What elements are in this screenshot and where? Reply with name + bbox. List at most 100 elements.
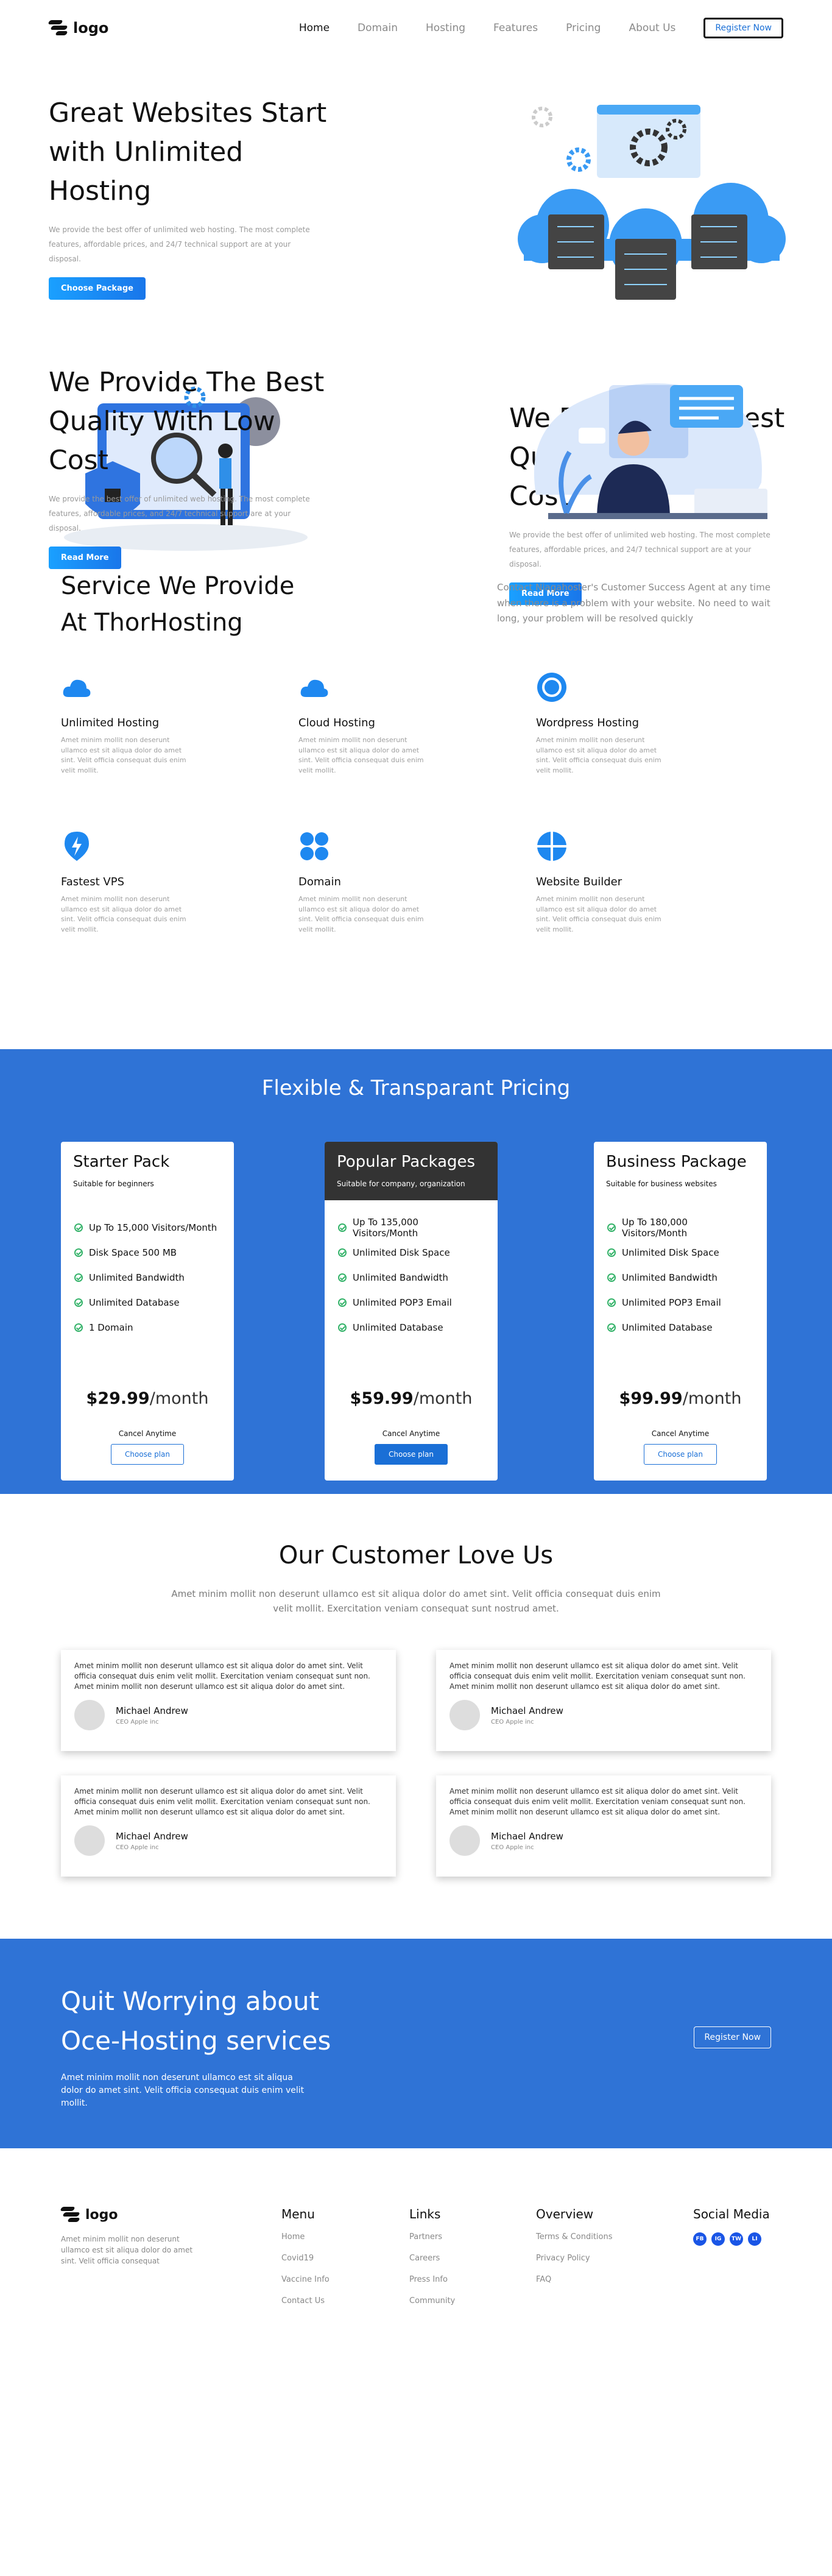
check-circle-icon <box>338 1223 347 1232</box>
choose-plan-button[interactable]: Choose plan <box>374 1444 448 1465</box>
linkedin-icon[interactable]: LI <box>748 2232 761 2246</box>
logo-text: logo <box>73 19 109 37</box>
choose-package-button[interactable]: Choose Package <box>49 277 146 300</box>
plan-feature: 1 Domain <box>74 1315 220 1340</box>
check-circle-icon <box>74 1248 83 1257</box>
nav-item-pricing[interactable]: Pricing <box>566 22 601 34</box>
twitter-icon[interactable]: TW <box>730 2232 743 2246</box>
plan-name: Starter Pack <box>73 1153 170 1171</box>
register-button[interactable]: Register Now <box>703 18 783 38</box>
wordpress-icon <box>537 673 566 702</box>
site-footer: logo Amet minim mollit non deserunt ulla… <box>0 2148 832 2331</box>
testimonial-card: Amet minim mollit non deserunt ullamco e… <box>436 1775 771 1877</box>
services-subtitle: Contact Niagahoster's Customer Success A… <box>497 582 770 624</box>
pricing-title: Flexible & Transparant Pricing <box>261 1076 571 1100</box>
cloud-icon <box>63 679 91 697</box>
footer-link[interactable]: Vaccine Info <box>281 2275 330 2296</box>
service-text: Amet minim mollit non deserunt ullamco e… <box>298 736 424 774</box>
footer-link[interactable]: Covid19 <box>281 2254 330 2275</box>
plan-feature: Unlimited Database <box>607 1315 753 1340</box>
plan-features: Up To 135,000 Visitors/Month Unlimited D… <box>325 1200 498 1340</box>
logo[interactable]: logo <box>48 19 109 37</box>
testimonials-title: Our Customer Love Us <box>278 1541 554 1569</box>
nav-item-hosting[interactable]: Hosting <box>426 22 465 34</box>
service-name: Domain <box>298 876 341 888</box>
service-card[interactable]: Wordpress Hosting Amet minim mollit non … <box>536 671 774 776</box>
check-circle-icon <box>607 1323 616 1332</box>
check-circle-icon <box>74 1323 83 1332</box>
plan-feature: Unlimited Bandwidth <box>607 1265 753 1290</box>
check-circle-icon <box>607 1248 616 1257</box>
hero-description: We provide the best offer of unlimited w… <box>49 225 310 264</box>
plan-subtitle: Suitable for business websites <box>606 1180 717 1188</box>
service-text: Amet minim mollit non deserunt ullamco e… <box>61 895 186 933</box>
services-title: Service We Provide At ThorHosting <box>61 572 295 637</box>
testimonial-text: Amet minim mollit non deserunt ullamco e… <box>74 1661 370 1691</box>
footer-logo-text: logo <box>85 2207 118 2223</box>
cloud-icon <box>300 679 328 697</box>
plan-feature: Unlimited Disk Space <box>607 1240 753 1265</box>
read-more-button-2[interactable]: Read More <box>49 547 121 570</box>
plan-price: $99.99/month <box>619 1389 742 1408</box>
footer-link[interactable]: Press Info <box>409 2275 455 2296</box>
plan-feature: Unlimited Database <box>338 1315 484 1340</box>
footer-link[interactable]: Careers <box>409 2254 455 2275</box>
choose-plan-button[interactable]: Choose plan <box>643 1444 717 1465</box>
testimonial-text: Amet minim mollit non deserunt ullamco e… <box>74 1787 370 1816</box>
service-name: Wordpress Hosting <box>536 717 640 729</box>
nav-item-home[interactable]: Home <box>299 22 330 34</box>
service-text: Amet minim mollit non deserunt ullamco e… <box>298 895 424 933</box>
service-card[interactable]: Cloud Hosting Amet minim mollit non dese… <box>298 671 536 776</box>
service-card[interactable]: Website Builder Amet minim mollit non de… <box>536 830 774 935</box>
footer-about-text: Amet minim mollit non deserunt ullamco e… <box>61 2235 193 2265</box>
footer-link[interactable]: Community <box>409 2296 455 2318</box>
instagram-icon[interactable]: IG <box>711 2232 725 2246</box>
check-circle-icon <box>607 1298 616 1307</box>
nav-item-features[interactable]: Features <box>493 22 538 34</box>
service-card[interactable]: Fastest VPS Amet minim mollit non deseru… <box>61 830 298 935</box>
testimonials-section: Our Customer Love Us Amet minim mollit n… <box>0 1494 832 1939</box>
main-nav: Home Domain Hosting Features Pricing Abo… <box>299 18 783 38</box>
customer-name: Michael Andrew <box>491 1705 563 1716</box>
site-header: logo Home Domain Hosting Features Pricin… <box>0 0 832 56</box>
footer-link[interactable]: FAQ <box>536 2275 613 2296</box>
choose-plan-button[interactable]: Choose plan <box>110 1444 185 1465</box>
plan-subtitle: Suitable for company, organization <box>337 1180 465 1188</box>
quality-title-2: We Provide The Best Quality With Low Cos… <box>49 367 325 476</box>
cta-title: Quit Worrying about Oce-Hosting services <box>61 1986 331 2056</box>
plan-subtitle: Suitable for beginners <box>73 1180 154 1188</box>
footer-link[interactable]: Contact Us <box>281 2296 330 2318</box>
check-circle-icon <box>607 1223 616 1232</box>
check-circle-icon <box>338 1273 347 1282</box>
nav-item-about[interactable]: About Us <box>629 22 675 34</box>
footer-logo[interactable]: logo <box>60 2207 207 2223</box>
support-agent-illustration <box>534 383 767 519</box>
cta-register-button[interactable]: Register Now <box>694 2026 771 2048</box>
logo-mark-icon <box>60 2207 80 2223</box>
footer-link[interactable]: Terms & Conditions <box>536 2232 613 2254</box>
quality-text-2: We Provide The Best Quality With Low Cos… <box>49 363 335 570</box>
service-card[interactable]: Domain Amet minim mollit non deserunt ul… <box>298 830 536 935</box>
customer-role: CEO Apple inc <box>491 1844 534 1851</box>
customer-role: CEO Apple inc <box>491 1718 534 1725</box>
nav-item-domain[interactable]: Domain <box>358 22 398 34</box>
customer-role: CEO Apple inc <box>116 1718 159 1725</box>
service-text: Amet minim mollit non deserunt ullamco e… <box>536 895 661 933</box>
avatar <box>449 1825 480 1856</box>
customer-name: Michael Andrew <box>116 1830 188 1842</box>
testimonial-card: Amet minim mollit non deserunt ullamco e… <box>436 1650 771 1751</box>
footer-link[interactable]: Home <box>281 2232 330 2254</box>
plan-feature: Unlimited Database <box>74 1290 220 1315</box>
plan-price: $29.99/month <box>86 1389 209 1408</box>
hero-text: Great Websites Start with Unlimited Host… <box>49 94 335 300</box>
service-name: Cloud Hosting <box>298 717 375 729</box>
plan-features: Up To 15,000 Visitors/Month Disk Space 5… <box>61 1200 234 1340</box>
facebook-icon[interactable]: FB <box>693 2232 707 2246</box>
plan-feature: Up To 135,000 Visitors/Month <box>338 1215 484 1240</box>
check-circle-icon <box>74 1223 83 1232</box>
footer-link[interactable]: Privacy Policy <box>536 2254 613 2275</box>
footer-link[interactable]: Partners <box>409 2232 455 2254</box>
plan-feature: Unlimited Bandwidth <box>338 1265 484 1290</box>
service-card[interactable]: Unlimited Hosting Amet minim mollit non … <box>61 671 298 776</box>
testimonial-text: Amet minim mollit non deserunt ullamco e… <box>449 1787 746 1816</box>
